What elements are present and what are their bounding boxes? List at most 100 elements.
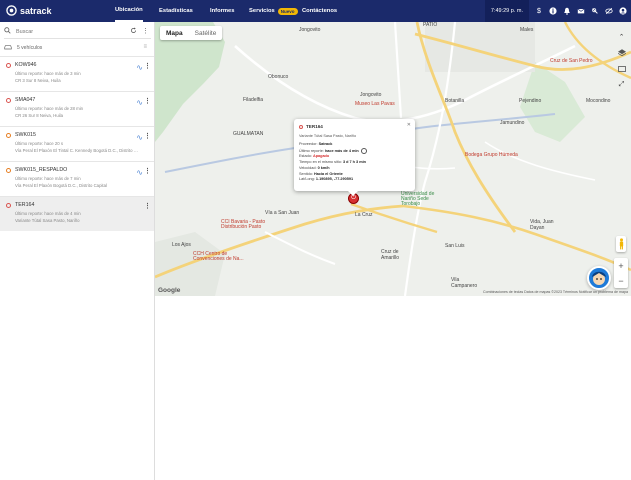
map-label: La Cruz [355, 212, 373, 218]
nav-estadisticas[interactable]: Estadísticas [159, 0, 193, 22]
bell-icon[interactable] [563, 7, 571, 15]
vehicle-item[interactable]: SMA047 Último reporte: hace más de 28 mi… [0, 91, 154, 126]
user-icon[interactable] [619, 7, 627, 15]
vehicle-address: Vía Peral El Plaxón Bogotá D.C., Distrit… [15, 183, 107, 188]
vehicle-count-row: 5 vehículos ≡ [4, 42, 151, 54]
fullscreen-icon[interactable]: ⤢ [615, 78, 628, 91]
zoom-out-button[interactable]: − [618, 276, 623, 286]
tab-satellite[interactable]: Satélite [189, 26, 223, 40]
more-vertical-icon[interactable]: ⋮ [144, 62, 151, 70]
nav-ubicacion[interactable]: Ubicación [115, 0, 143, 22]
vehicle-name: TER164 [15, 202, 35, 208]
vehicle-item[interactable]: SWK015 Último reporte: hace 20 s Vía Per… [0, 126, 154, 161]
route-icon[interactable]: ∿ [136, 63, 143, 72]
map-label-poi: CCH Centro de Convenciones de Na... [193, 251, 244, 262]
map-label: GUALMATAN [233, 131, 264, 137]
nav-label: Contáctenos [302, 8, 338, 14]
route-icon[interactable]: ∿ [136, 98, 143, 107]
clock-icon [360, 147, 367, 154]
map-attribution[interactable]: Combinaciones de teclas Datos de mapas ©… [483, 290, 628, 294]
map-label: San Luis [445, 243, 465, 249]
route-icon[interactable]: ∿ [136, 133, 143, 142]
map-label: Vida, Juan Dayan [530, 219, 554, 231]
filter-icon[interactable]: ≡ [143, 44, 147, 50]
popup-address: Variante Tútal Sasa Pasto, Nariño [299, 134, 357, 138]
row-value: Hacia el Oriente [314, 171, 343, 176]
row-value: 0 km/h [317, 165, 330, 170]
vehicle-name: SMA047 [15, 97, 36, 103]
vehicle-item[interactable]: SWK015_RESPALDO Último reporte: hace más… [0, 161, 154, 196]
info-icon[interactable] [549, 7, 557, 15]
map-label: Filadelfia [243, 97, 264, 103]
map-label-university: Universidad de Nariño Sede Torobajo [401, 191, 435, 207]
vehicle-item[interactable]: KOW946 Último reporte: hace más de 3 min… [0, 56, 154, 91]
vehicle-address: Vía Peral El Plaxón El Tintal C. Kennedy… [15, 148, 139, 153]
header-actions: 7:49:29 p. m. $ [484, 0, 627, 22]
popup-title: TER164 [306, 124, 323, 129]
vehicle-info-popup: TER164 ✕ Variante Tútal Sasa Pasto, Nari… [294, 119, 415, 196]
map-label-poi: Cruz de San Pedro [550, 58, 593, 64]
vehicle-last-report: Último reporte: hace más de 3 min [15, 71, 81, 76]
vehicle-name: SWK015 [15, 132, 36, 138]
nav-label: Estadísticas [159, 8, 193, 14]
tab-map[interactable]: Mapa [160, 26, 189, 40]
top-bar: satrack Ubicación Estadísticas Informes … [0, 0, 631, 22]
nav-label: Informes [210, 8, 235, 14]
map-label: Vila Campanero [451, 277, 478, 289]
more-vertical-icon[interactable]: ⋮ [144, 97, 151, 105]
status-dot-icon [6, 203, 11, 208]
more-vertical-icon[interactable]: ⋮ [144, 167, 151, 175]
satrack-logo[interactable]: satrack [6, 5, 52, 16]
more-vertical-icon[interactable]: ⋮ [142, 27, 149, 35]
more-vertical-icon[interactable]: ⋮ [144, 132, 151, 140]
nav-label: Servicios [249, 8, 275, 14]
collapse-up-icon[interactable]: ⌃ [615, 30, 628, 43]
nav-contactenos[interactable]: Contáctenos [302, 0, 337, 22]
keyboard-icon[interactable] [615, 62, 628, 75]
map-label: Botanilla [445, 98, 465, 104]
map-label: Mocondino [586, 98, 611, 104]
map-label-poi: Bodega Grupo Húmeda [465, 152, 518, 158]
row-label: Sentido: [299, 171, 313, 176]
vehicle-address: CR 3 Sur 8 Neiva, Huila [15, 78, 61, 83]
satrack-logo-icon [6, 5, 17, 16]
vehicle-address: CR 26 Sur 8 Neiva, Huila [15, 113, 64, 118]
route-icon[interactable]: ∿ [136, 168, 143, 177]
vehicle-item-selected[interactable]: TER164 Último reporte: hace más de 4 min… [0, 196, 154, 231]
map-label-poi: Museo Las Pavas [355, 101, 395, 107]
vehicle-name: SWK015_RESPALDO [15, 167, 68, 173]
nav-servicios[interactable]: Servicios Nuevo [249, 0, 298, 22]
map-view[interactable]: Mapa Satélite Jongovito Obonuco Filadelf… [155, 22, 631, 296]
status-dot-icon [299, 125, 303, 129]
street-view-pegman-icon[interactable] [616, 236, 626, 252]
row-label: Estado: [299, 154, 312, 159]
vehicle-address: Variante Tútal Sasa Pasto, Nariño [15, 218, 80, 223]
assistant-avatar[interactable] [587, 266, 611, 290]
refresh-icon[interactable] [130, 27, 137, 36]
vehicle-last-report: Último reporte: hace más de 28 min [15, 106, 84, 111]
search-icon [4, 27, 12, 36]
vehicle-sidebar: ⋮ 5 vehículos ≡ KOW946 Último reporte: h… [0, 22, 155, 480]
search-input[interactable] [16, 28, 126, 35]
map-label: Males [520, 27, 534, 33]
pin-off-icon[interactable] [591, 7, 599, 15]
map-label: Obonuco [268, 74, 289, 80]
row-value: 3 d 7 h 3 min [342, 160, 366, 165]
eye-off-icon[interactable] [605, 7, 613, 15]
new-badge: Nuevo [277, 7, 298, 15]
mail-icon[interactable] [577, 7, 585, 15]
map-label-poi: CCI Bavaria - Pasto Distribución Pasto [221, 219, 266, 230]
row-label: Tiempo en el mismo sitio: [299, 160, 342, 165]
layers-icon[interactable] [615, 46, 628, 59]
logo-text: satrack [20, 5, 52, 16]
status-dot-icon [6, 168, 11, 173]
status-dot-icon [6, 98, 11, 103]
dollar-icon[interactable]: $ [535, 7, 543, 15]
row-label: Velocidad: [299, 165, 317, 170]
nav-informes[interactable]: Informes [210, 0, 234, 22]
close-icon[interactable]: ✕ [407, 122, 411, 128]
search-bar: ⋮ [4, 25, 151, 39]
popup-details: Proveedor: Satrack Último reporte: hace … [299, 142, 367, 183]
more-vertical-icon[interactable]: ⋮ [144, 202, 151, 210]
zoom-in-button[interactable]: + [618, 261, 623, 271]
